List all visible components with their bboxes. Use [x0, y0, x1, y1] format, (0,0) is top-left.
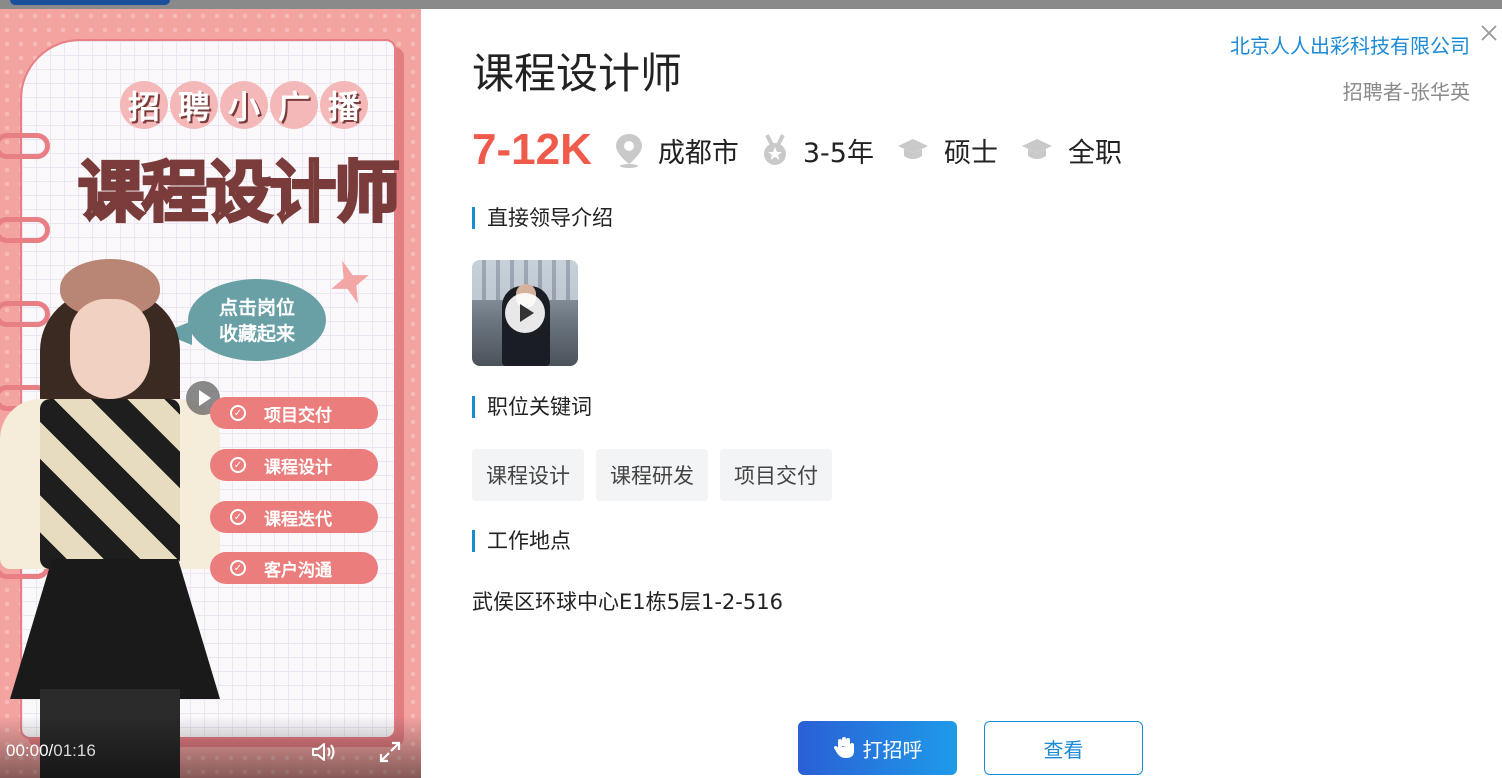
top-bar [0, 0, 1502, 9]
banner-char: 播 [320, 81, 368, 129]
job-location: 成都市 [614, 131, 739, 170]
banner-char: 小 [220, 81, 268, 129]
section-leader-intro: 直接领导介绍 [472, 207, 613, 229]
hand-wave-icon [833, 737, 854, 758]
job-type: 全职 [1020, 131, 1122, 170]
presenter-skirt [10, 559, 220, 699]
keyword-tag: 项目交付 [720, 449, 832, 501]
experience-text: 3-5年 [802, 137, 874, 169]
volume-icon[interactable] [310, 740, 338, 764]
view-button[interactable]: 查看 [984, 721, 1143, 775]
time-duration: 01:16 [53, 741, 96, 760]
job-education: 硕士 [896, 131, 998, 170]
video-tag-label: 课程设计 [264, 457, 332, 478]
recruiter-name: 招聘者-张华英 [1342, 80, 1470, 104]
check-icon: ✓ [230, 509, 246, 525]
location-pin-icon [615, 134, 642, 168]
greet-button-label: 打招呼 [862, 739, 923, 762]
notebook-ring [0, 217, 50, 243]
check-icon: ✓ [230, 560, 246, 576]
video-player[interactable]: 招 聘 小 广 播 课程设计师 点击岗位 收藏起来 ✓ 项目交付 ✓ 课程设计 ✓ 课… [0, 9, 421, 778]
work-address: 武侯区环球中心E1栋5层1-2-516 [472, 590, 783, 614]
job-experience: 3-5年 [761, 131, 874, 170]
company-name[interactable]: 北京人人出彩科技有限公司 [1230, 30, 1470, 59]
video-tag-label: 客户沟通 [264, 560, 332, 581]
time-current: 00:00/ [6, 741, 54, 760]
video-tag: ✓ 项目交付 [210, 397, 378, 429]
presenter-figure [0, 259, 230, 778]
check-icon: ✓ [230, 405, 246, 421]
close-icon[interactable] [1476, 20, 1502, 46]
section-keywords: 职位关键词 [472, 396, 592, 418]
section-work-location: 工作地点 [472, 530, 571, 552]
play-icon[interactable] [505, 293, 545, 333]
salary: 7-12K [472, 125, 592, 174]
job-meta: 7-12K 成都市 3-5年 硕士 全职 [472, 122, 1144, 178]
banner-char: 广 [270, 81, 318, 129]
keyword-tag: 课程设计 [472, 449, 584, 501]
keyword-tag: 课程研发 [596, 449, 708, 501]
keyword-list: 课程设计 课程研发 项目交付 [472, 449, 832, 501]
video-tag: ✓ 课程设计 [210, 449, 378, 481]
banner-char: 聘 [170, 81, 218, 129]
video-tag-label: 项目交付 [264, 405, 332, 426]
medal-icon [763, 134, 786, 165]
video-title: 课程设计师 [77, 153, 402, 233]
location-text: 成都市 [657, 137, 739, 169]
fullscreen-icon[interactable] [378, 740, 402, 764]
banner-char: 招 [120, 81, 168, 129]
video-banner: 招 聘 小 广 播 [120, 81, 368, 129]
graduation-cap-icon [897, 139, 928, 159]
check-icon: ✓ [230, 457, 246, 473]
presenter-vest [40, 399, 180, 569]
job-type-text: 全职 [1067, 137, 1122, 169]
job-title: 课程设计师 [472, 49, 683, 98]
video-tag-label: 课程迭代 [264, 509, 332, 530]
notebook-ring [0, 133, 50, 159]
greet-button[interactable]: 打招呼 [798, 721, 957, 775]
video-time: 00:00/01:16 [6, 741, 96, 761]
top-bar-accent [10, 0, 170, 5]
video-tag: ✓ 客户沟通 [210, 552, 378, 584]
leader-video-thumbnail[interactable] [472, 260, 578, 366]
graduation-cap-icon [1021, 139, 1052, 159]
education-text: 硕士 [943, 137, 998, 169]
presenter-face [70, 299, 150, 399]
video-tag: ✓ 课程迭代 [210, 501, 378, 533]
